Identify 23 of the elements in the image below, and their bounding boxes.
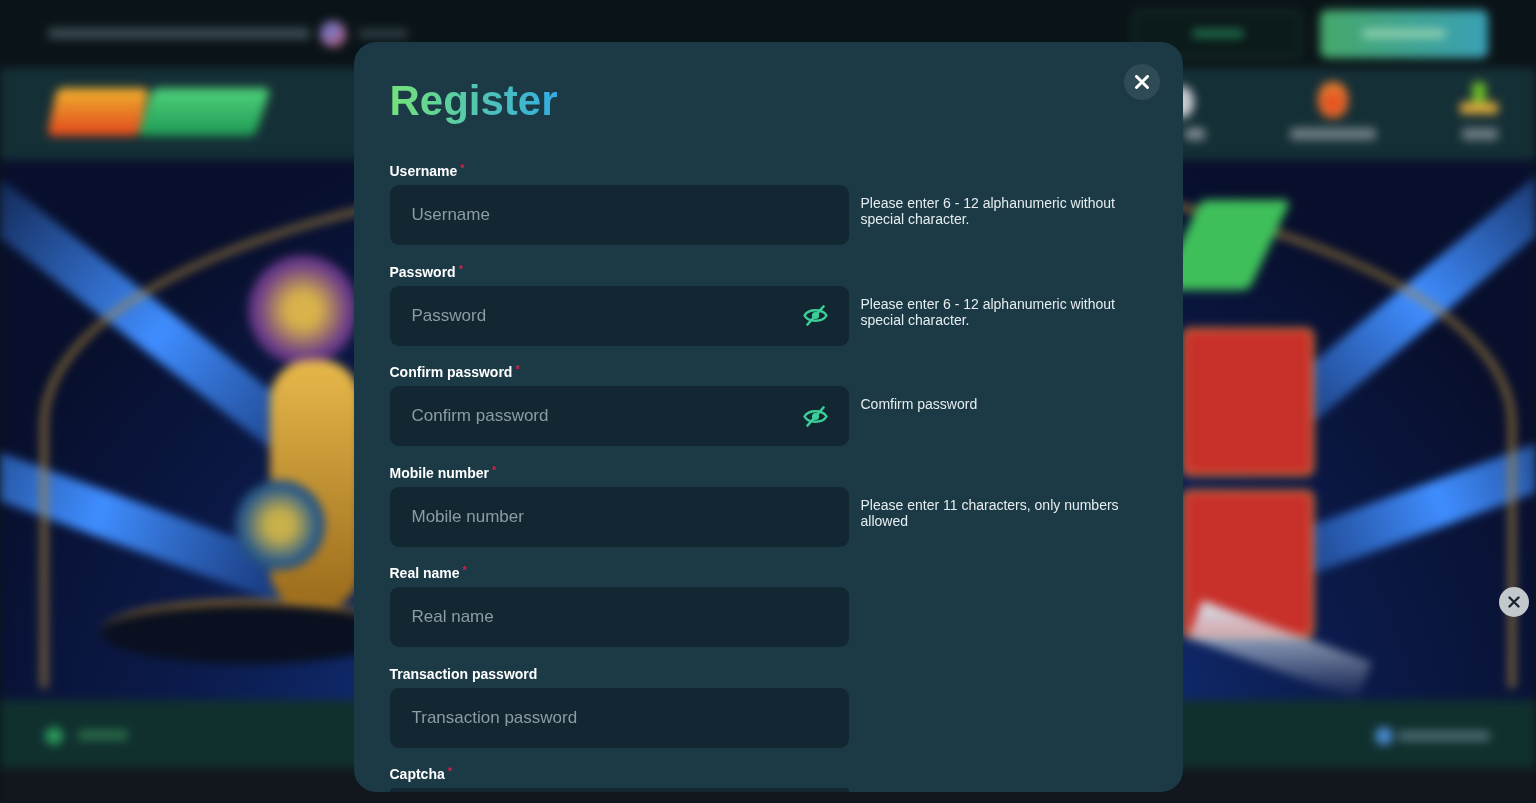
password-field[interactable]: Confirm password — [389, 386, 849, 446]
eye-slash-icon[interactable] — [802, 305, 828, 326]
close-button[interactable] — [1123, 64, 1160, 100]
field-label: Confirm password * — [389, 363, 520, 381]
field-label: Transaction password — [389, 664, 538, 683]
input-field[interactable]: Username — [389, 185, 849, 245]
input-field[interactable]: Transaction password — [389, 687, 849, 748]
field-hint: Comfirm password — [860, 396, 979, 412]
input-field[interactable] — [389, 788, 849, 792]
input-field[interactable]: Real name — [389, 587, 849, 647]
field-label: Real name * — [389, 564, 467, 582]
field-hint: Please enter 11 characters, only numbers allowed — [860, 496, 1120, 529]
eye-slash-icon[interactable] — [802, 405, 828, 427]
field-hint: Please enter 6 - 12 alphanumeric without special character. — [860, 195, 1116, 227]
field-hint: Please enter 6 - 12 alphanumeric without special character. — [860, 295, 1116, 328]
password-field[interactable]: Password — [389, 285, 849, 346]
field-label: Password * — [389, 262, 463, 281]
field-label: Captcha * — [389, 765, 452, 783]
close-icon — [1134, 75, 1149, 89]
field-label: Mobile number * — [389, 463, 497, 482]
field-label: Username * — [389, 162, 465, 180]
close-icon — [1508, 596, 1520, 608]
input-field[interactable]: Mobile number — [389, 486, 849, 547]
